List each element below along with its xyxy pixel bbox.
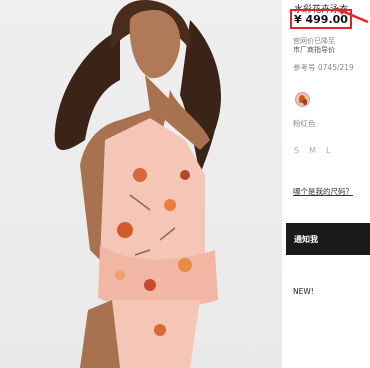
product-info-panel: 水彩花卉泳衣 ¥ 499.00 官网价已降至 市厂商指导价 参考号 0745/2… (286, 0, 370, 368)
color-swatch-icon[interactable] (295, 92, 310, 107)
size-selector: S M L (294, 146, 330, 155)
size-guide-link[interactable]: 哪个是我的尺码？ (293, 186, 353, 197)
color-name: 粉红色 (293, 119, 316, 128)
size-option-s[interactable]: S (294, 146, 299, 155)
product-photo (0, 0, 282, 368)
notify-me-button[interactable]: 通知我 (286, 223, 370, 255)
size-option-m[interactable]: M (309, 146, 316, 155)
annotation-arrow-icon (336, 8, 369, 24)
size-option-l[interactable]: L (326, 146, 330, 155)
reference-number: 参考号 0745/219 (293, 63, 354, 72)
msrp-note-2: 市厂商指导价 (293, 46, 335, 54)
new-badge: NEW! (293, 287, 314, 296)
model-illustration (54, 0, 221, 368)
